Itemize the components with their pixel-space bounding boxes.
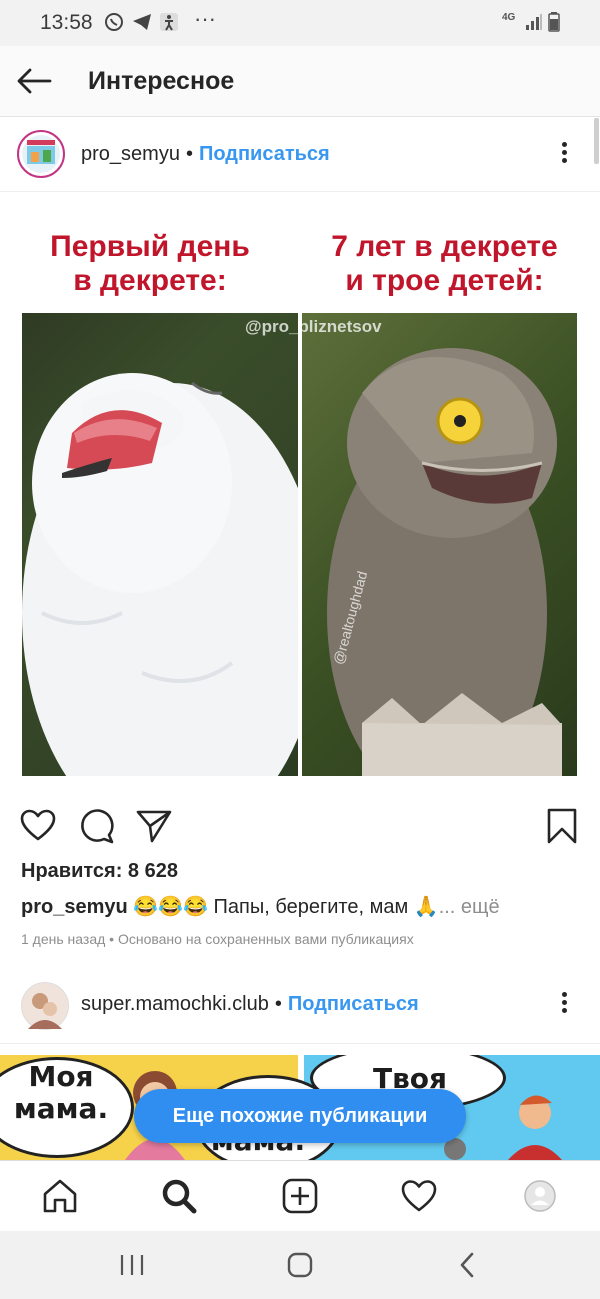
system-navigation-bar (0, 1231, 600, 1299)
profile-avatar-icon[interactable] (521, 1177, 559, 1215)
post2-username[interactable]: super.mamochki.club (81, 993, 269, 1016)
post-caption[interactable]: pro_semyu 😂😂😂 Папы, берегите, мам 🙏... е… (21, 894, 581, 919)
post2-header: super.mamochki.club • Подписаться (81, 993, 419, 1016)
cartoon-man (500, 1085, 570, 1160)
share-send-icon[interactable] (136, 808, 172, 844)
post2-left-text: Моя мама. (13, 1060, 109, 1125)
battery-icon (548, 12, 560, 37)
image-caption-left: Первый день в декрете: (50, 230, 250, 297)
system-back-icon[interactable] (456, 1251, 480, 1284)
more-icon: ··· (194, 6, 216, 31)
more-similar-posts-button[interactable]: Еще похожие публикации (134, 1089, 466, 1143)
caption-text: 😂😂😂 Папы, берегите, мам 🙏 (133, 896, 439, 918)
top-app-bar: Интересное (0, 46, 600, 117)
more-options-icon[interactable] (554, 139, 574, 169)
back-arrow-icon[interactable] (14, 60, 56, 102)
likes-count[interactable]: Нравится: 8 628 (21, 860, 178, 883)
telegram-icon (131, 12, 153, 37)
page-title: Интересное (88, 67, 235, 95)
status-bar: 13:58 ··· 4G (0, 0, 600, 46)
caption-more-link[interactable]: ... ещё (439, 896, 500, 918)
more-options-icon-2[interactable] (554, 989, 574, 1019)
potoo-bird-photo (302, 313, 577, 776)
home-icon[interactable] (41, 1177, 79, 1215)
post-image[interactable]: Первый день в декрете: 7 лет в декрете и… (0, 192, 600, 790)
separator-dot: • (274, 993, 282, 1015)
recent-apps-icon[interactable] (118, 1253, 146, 1282)
search-icon[interactable] (160, 1177, 198, 1215)
follow-button-2[interactable]: Подписаться (288, 993, 419, 1016)
scrollbar[interactable] (594, 118, 599, 164)
avatar-super-mamochki[interactable] (21, 982, 69, 1030)
post-username[interactable]: pro_semyu (81, 143, 180, 166)
home-button-icon[interactable] (286, 1252, 314, 1283)
separator-dot: • (185, 143, 193, 165)
whatsapp-icon (104, 12, 124, 37)
post-meta: 1 день назад • Основано на сохраненных в… (21, 931, 414, 947)
bookmark-icon[interactable] (546, 808, 582, 844)
accessibility-icon (159, 12, 179, 37)
image-caption-right: 7 лет в декрете и трое детей: (331, 230, 558, 297)
comment-icon[interactable] (79, 808, 115, 844)
white-owl-photo (22, 313, 298, 776)
signal-icon (525, 14, 543, 35)
divider (0, 1043, 600, 1044)
post-header: pro_semyu • Подписаться (81, 143, 330, 166)
bottom-navigation (0, 1160, 600, 1231)
new-post-icon[interactable] (281, 1177, 319, 1215)
status-time: 13:58 (40, 11, 93, 34)
like-heart-icon[interactable] (20, 808, 56, 844)
network-type: 4G (502, 12, 516, 23)
avatar-pro-semyu[interactable] (17, 130, 65, 178)
follow-button[interactable]: Подписаться (199, 143, 330, 166)
activity-heart-icon[interactable] (400, 1177, 438, 1215)
watermark: @pro_bliznetsov (245, 317, 382, 336)
caption-username[interactable]: pro_semyu (21, 896, 128, 918)
avatar-logo (22, 135, 60, 173)
